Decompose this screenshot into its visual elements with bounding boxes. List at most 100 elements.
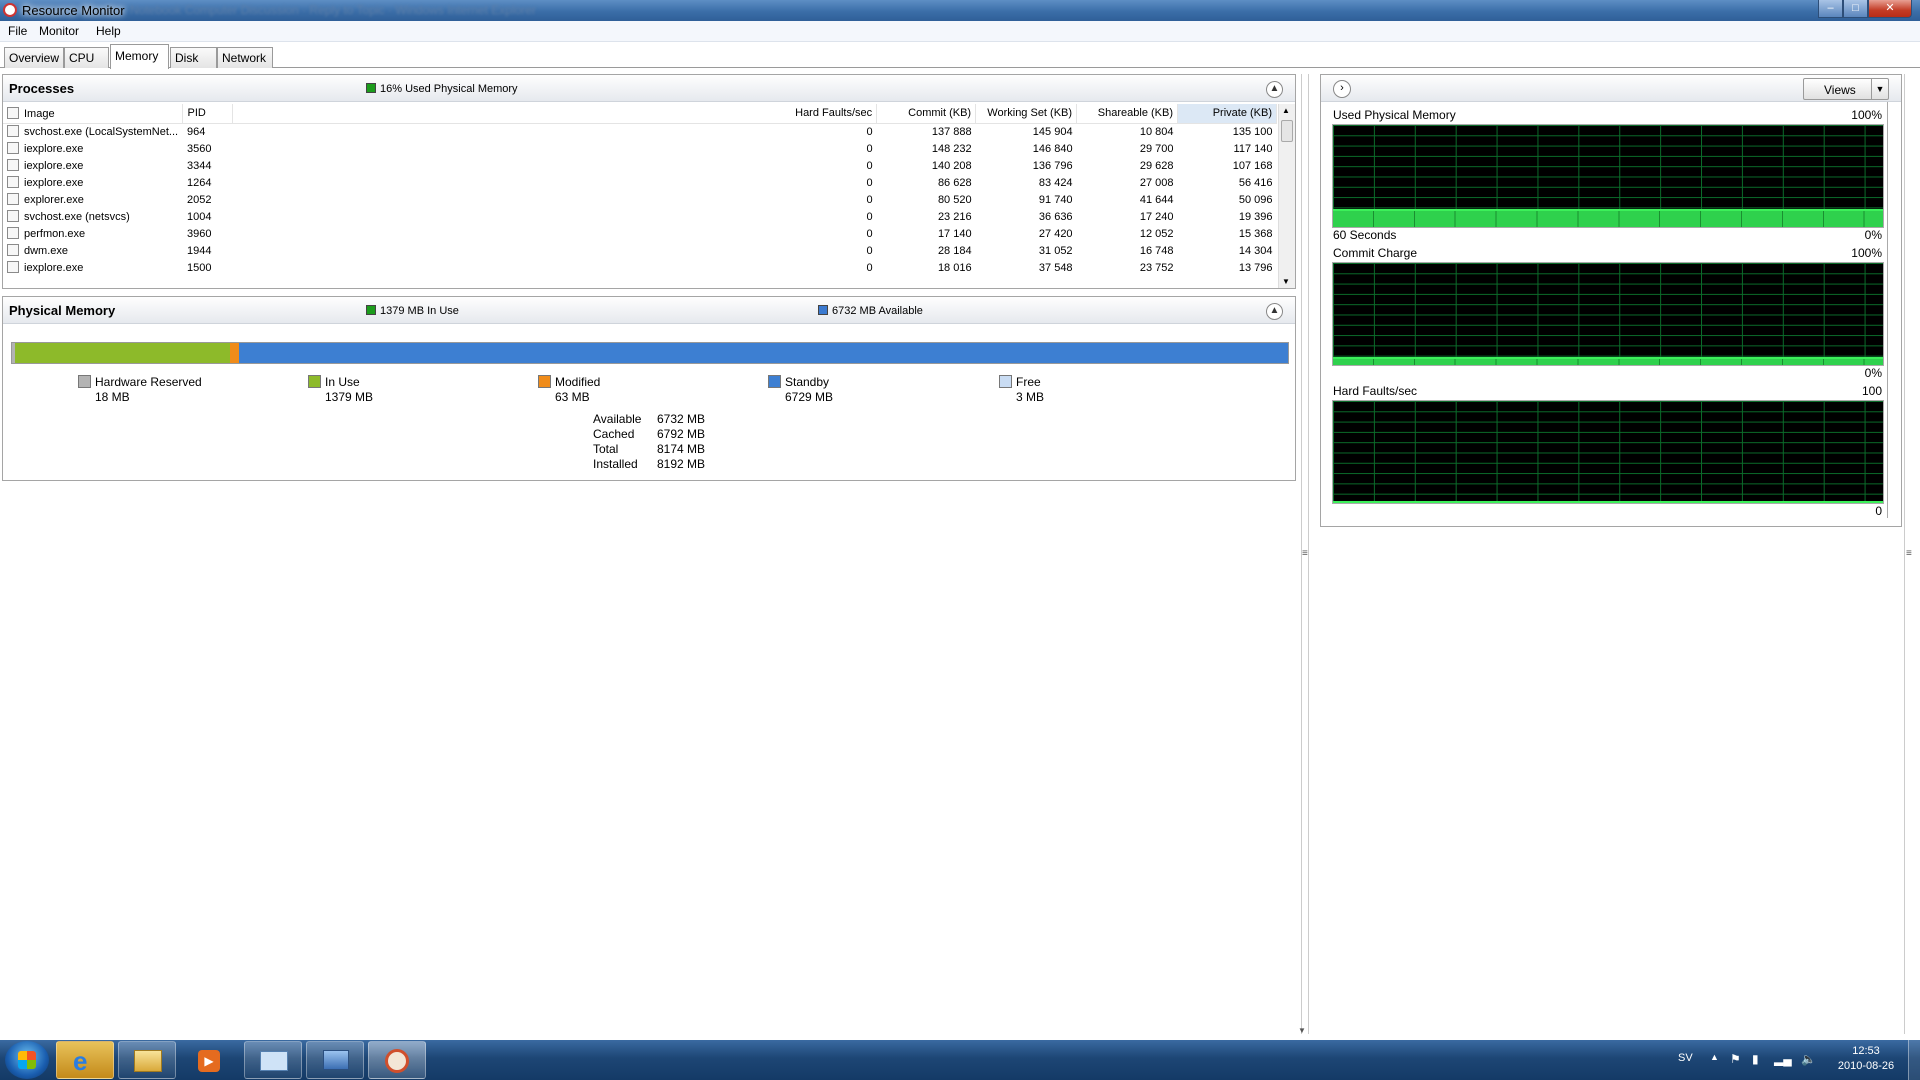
table-row[interactable]: svchost.exe (LocalSystemNet... 964 0 137 88… bbox=[3, 123, 1277, 140]
process-pid: 3344 bbox=[186, 159, 212, 172]
available-summary-text: 6732 MB Available bbox=[832, 305, 923, 317]
graph-max: 100% bbox=[1851, 246, 1882, 260]
graphs-scroll-track bbox=[1887, 102, 1888, 518]
in-use-summary-text: 1379 MB In Use bbox=[380, 305, 459, 317]
tab-memory[interactable]: Memory bbox=[110, 44, 169, 69]
process-checkbox[interactable] bbox=[7, 125, 19, 138]
expand-arrow-icon[interactable]: › bbox=[1333, 80, 1351, 98]
show-desktop-button[interactable] bbox=[1908, 1040, 1920, 1080]
process-pid: 1264 bbox=[186, 176, 212, 189]
physical-memory-header[interactable]: Physical Memory 1379 MB In Use 6732 MB A… bbox=[3, 297, 1295, 324]
taskbar-internet-explorer[interactable]: e bbox=[56, 1041, 114, 1079]
process-checkbox[interactable] bbox=[7, 176, 19, 188]
hard-faults: 0 bbox=[866, 142, 873, 155]
legend-swatch bbox=[308, 375, 321, 388]
process-checkbox[interactable] bbox=[7, 142, 19, 154]
graph-max: 100 bbox=[1861, 384, 1882, 398]
menu-monitor[interactable]: Monitor bbox=[39, 24, 79, 38]
shareable: 29 700 bbox=[1139, 142, 1174, 155]
tab-disk[interactable]: Disk bbox=[170, 47, 217, 68]
language-indicator[interactable]: SV bbox=[1678, 1052, 1693, 1064]
commit: 86 628 bbox=[937, 176, 972, 189]
volume-icon[interactable]: 🔈 bbox=[1801, 1052, 1816, 1066]
legend-swatch bbox=[999, 375, 1012, 388]
processes-scrollbar[interactable]: ▲ ▼ bbox=[1278, 104, 1295, 288]
collapse-processes-button[interactable]: ▲ bbox=[1266, 81, 1283, 98]
show-hidden-icons-icon[interactable]: ▲ bbox=[1710, 1052, 1719, 1062]
shareable: 41 644 bbox=[1139, 193, 1174, 206]
legend-swatch bbox=[768, 375, 781, 388]
hard-faults: 0 bbox=[866, 244, 873, 257]
physical-memory-bar bbox=[11, 342, 1289, 364]
taskbar-network[interactable] bbox=[306, 1041, 364, 1079]
process-pid: 1500 bbox=[186, 261, 212, 274]
scroll-down-icon[interactable]: ▼ bbox=[1282, 277, 1290, 286]
clock[interactable]: 12:53 2010-08-26 bbox=[1836, 1045, 1896, 1072]
table-row[interactable]: dwm.exe 1944 0 28 184 31 052 16 748 14 304 bbox=[3, 242, 1277, 259]
memory-bar-free bbox=[1287, 343, 1288, 363]
select-all-checkbox[interactable] bbox=[7, 106, 19, 119]
power-icon[interactable]: ▮ bbox=[1752, 1052, 1759, 1066]
maximize-button[interactable]: □ bbox=[1843, 0, 1868, 18]
taskbar-resource-monitor[interactable] bbox=[368, 1041, 426, 1079]
column-working-set[interactable]: Working Set (KB) bbox=[975, 104, 1078, 124]
taskbar-media-player[interactable]: ▶ bbox=[180, 1041, 238, 1079]
network-signal-icon[interactable]: ▂▄ bbox=[1774, 1052, 1792, 1066]
column-image[interactable]: Image bbox=[3, 104, 184, 124]
stat-row: Available 6732 MB bbox=[593, 412, 705, 427]
taskbar-explorer[interactable] bbox=[118, 1041, 176, 1079]
working-set: 37 548 bbox=[1038, 261, 1073, 274]
table-row[interactable]: iexplore.exe 1500 0 18 016 37 548 23 752 13 79… bbox=[3, 259, 1277, 276]
shareable: 17 240 bbox=[1139, 210, 1174, 223]
table-row[interactable]: iexplore.exe 3560 0 148 232 146 840 29 700 117… bbox=[3, 140, 1277, 157]
graph-max: 100% bbox=[1851, 108, 1882, 122]
column-pid[interactable]: PID bbox=[182, 104, 234, 124]
process-image: svchost.exe (LocalSystemNet... bbox=[3, 123, 183, 140]
process-checkbox[interactable] bbox=[7, 193, 19, 205]
table-row[interactable]: iexplore.exe 3344 0 140 208 136 796 29 628 107… bbox=[3, 157, 1277, 174]
views-dropdown[interactable]: Views ▼ bbox=[1803, 78, 1889, 100]
shareable: 10 804 bbox=[1139, 125, 1174, 138]
action-center-flag-icon[interactable]: ⚑ bbox=[1730, 1052, 1741, 1066]
table-row[interactable]: iexplore.exe 1264 0 86 628 83 424 27 008 56 41… bbox=[3, 174, 1277, 191]
process-checkbox[interactable] bbox=[7, 159, 19, 171]
graph-line bbox=[1333, 501, 1883, 503]
process-checkbox[interactable] bbox=[7, 261, 19, 273]
start-button[interactable] bbox=[5, 1041, 49, 1079]
scroll-up-icon[interactable]: ▲ bbox=[1282, 106, 1290, 115]
working-set: 31 052 bbox=[1038, 244, 1073, 257]
commit: 137 888 bbox=[931, 125, 972, 138]
column-private[interactable]: Private (KB) bbox=[1177, 104, 1277, 124]
right-splitter[interactable]: ≡ bbox=[1904, 74, 1916, 1034]
private: 135 100 bbox=[1232, 125, 1273, 138]
column-shareable[interactable]: Shareable (KB) bbox=[1076, 104, 1179, 124]
tab-network[interactable]: Network bbox=[217, 47, 273, 68]
tab-cpu[interactable]: CPU bbox=[64, 47, 109, 68]
process-checkbox[interactable] bbox=[7, 210, 19, 222]
minimize-button[interactable]: – bbox=[1818, 0, 1843, 18]
table-row[interactable]: explorer.exe 2052 0 80 520 91 740 41 644 50 09… bbox=[3, 191, 1277, 208]
menu-help[interactable]: Help bbox=[96, 24, 121, 38]
process-checkbox[interactable] bbox=[7, 227, 19, 239]
private: 107 168 bbox=[1232, 159, 1273, 172]
in-use-swatch bbox=[366, 305, 376, 315]
resource-monitor-taskbar-icon bbox=[385, 1049, 409, 1073]
taskbar-task-manager[interactable] bbox=[244, 1041, 302, 1079]
column-hard-faults[interactable]: Hard Faults/sec bbox=[232, 104, 878, 124]
chevron-down-icon[interactable]: ▼ bbox=[1871, 79, 1888, 99]
column-commit[interactable]: Commit (KB) bbox=[876, 104, 977, 124]
scroll-down-arrow-icon[interactable]: ▼ bbox=[1296, 1026, 1308, 1035]
legend-name: Free bbox=[1016, 375, 1041, 389]
pane-splitter[interactable]: ≡ bbox=[1301, 74, 1309, 1034]
menu-file[interactable]: File bbox=[8, 24, 27, 38]
process-checkbox[interactable] bbox=[7, 244, 19, 256]
stat-value: 6732 MB bbox=[657, 412, 706, 426]
scroll-thumb[interactable] bbox=[1281, 120, 1293, 142]
collapse-physical-memory-button[interactable]: ▲ bbox=[1266, 303, 1283, 320]
processes-header[interactable]: Processes 16% Used Physical Memory ▲ bbox=[3, 75, 1295, 102]
close-button[interactable]: ✕ bbox=[1868, 0, 1912, 18]
commit: 148 232 bbox=[931, 142, 972, 155]
tab-overview[interactable]: Overview bbox=[4, 47, 64, 68]
table-row[interactable]: svchost.exe (netsvcs) 1004 0 23 216 36 636 17… bbox=[3, 208, 1277, 225]
table-row[interactable]: perfmon.exe 3960 0 17 140 27 420 12 052 15 368 bbox=[3, 225, 1277, 242]
